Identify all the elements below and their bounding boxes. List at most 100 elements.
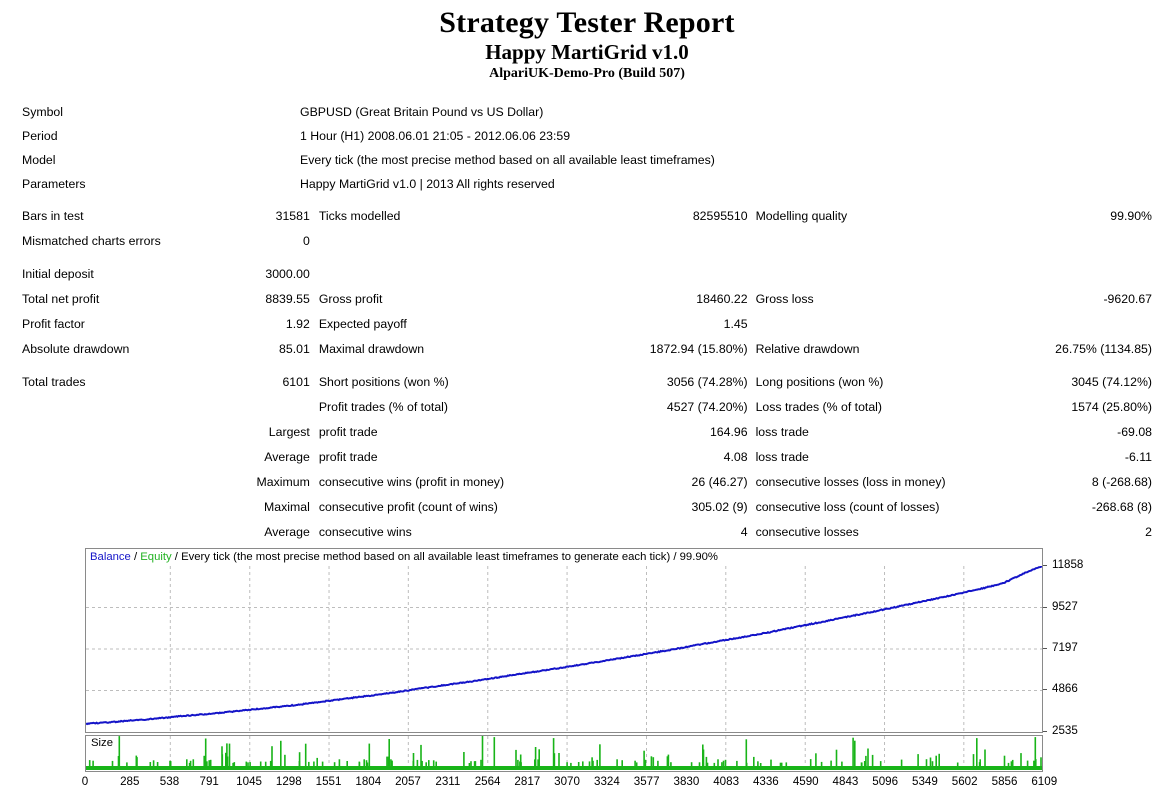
y-axis-tick-mark (1043, 647, 1047, 649)
y-axis-tick-mark (1043, 606, 1047, 608)
legend-separator-2: / (171, 551, 182, 563)
x-axis-tick-label: 5602 (951, 775, 978, 788)
label-maximal-consecutive-loss: consecutive loss (count of losses) (755, 500, 940, 514)
stat-row-initial-deposit: Initial deposit 3000.00 (0, 267, 1174, 292)
value-avg-consecutive-wins: 4 (740, 525, 748, 539)
stat-row-absolute-drawdown: Absolute drawdown 85.01 Maximal drawdown… (0, 342, 1174, 375)
legend-model-description: Every tick (the most precise method base… (181, 551, 718, 563)
info-value-model: Every tick (the most precise method base… (300, 153, 715, 167)
stat-row-maximal: Maximal consecutive profit (count of win… (0, 500, 1174, 525)
stat-row-bars-in-test: Bars in test 31581 Ticks modelled 825955… (0, 209, 1174, 234)
value-ticks-modelled: 82595510 (692, 209, 748, 223)
value-maximal-consecutive-loss: -268.68 (8) (1091, 500, 1152, 514)
x-axis-tick-label: 3324 (594, 775, 620, 788)
info-row-symbol: Symbol GBPUSD (Great Britain Pound vs US… (0, 105, 1174, 129)
value-gross-profit: 18460.22 (696, 292, 748, 306)
label-average-profit: profit trade (318, 450, 378, 464)
x-axis-tick-label: 2564 (474, 775, 501, 788)
value-total-net-profit: 8839.55 (265, 292, 310, 306)
value-modelling-quality: 99.90% (1110, 209, 1152, 223)
label-max-consecutive-wins: consecutive wins (profit in money) (318, 475, 505, 489)
value-profit-factor: 1.92 (285, 317, 310, 331)
x-axis-tick-label: 4843 (832, 775, 859, 788)
label-average-loss: loss trade (755, 450, 809, 464)
y-axis-tick-mark (1043, 731, 1047, 732)
label-average: Average (264, 450, 310, 464)
x-axis-tick-label: 4590 (792, 775, 819, 788)
y-axis-tick-mark (1043, 689, 1047, 691)
size-bars-svg (86, 736, 1042, 771)
x-axis-tick-label: 285 (120, 775, 140, 788)
stat-row-total-net-profit: Total net profit 8839.55 Gross profit 18… (0, 292, 1174, 317)
label-profit-trades: Profit trades (% of total) (318, 400, 448, 414)
stat-row-average-consecutive: Average consecutive wins 4 consecutive l… (0, 525, 1174, 549)
strategy-name: Happy MartiGrid v1.0 (485, 40, 689, 64)
label-mismatched-errors: Mismatched charts errors (22, 234, 161, 248)
x-axis-tick-label: 5856 (991, 775, 1018, 788)
broker-build: AlpariUK-Demo-Pro (Build 507) (489, 66, 685, 81)
stat-row-mismatched-errors: Mismatched charts errors 0 (0, 234, 1174, 267)
x-axis-tick-label: 2057 (395, 775, 421, 788)
balance-curve-svg (86, 566, 1042, 732)
x-axis-tick-label: 3830 (673, 775, 700, 788)
legend-separator-1: / (130, 551, 141, 563)
x-axis-tick-label: 6109 (1031, 775, 1058, 788)
label-ticks-modelled: Ticks modelled (318, 209, 401, 223)
size-plot-area (86, 736, 1042, 771)
label-relative-drawdown: Relative drawdown (755, 342, 860, 356)
label-maximum: Maximum (256, 475, 310, 489)
info-value-symbol: GBPUSD (Great Britain Pound vs US Dollar… (300, 105, 544, 119)
value-gross-loss: -9620.67 (1103, 292, 1152, 306)
label-total-trades: Total trades (22, 375, 86, 389)
label-largest: Largest (268, 425, 310, 439)
info-value-parameters: Happy MartiGrid v1.0 | 2013 All rights r… (300, 177, 555, 191)
chart-plot-area (86, 566, 1042, 732)
x-axis-tick-label: 2311 (435, 775, 461, 788)
label-long-positions: Long positions (won %) (755, 375, 884, 389)
y-axis-tick-label: 4866 (1052, 682, 1078, 696)
x-axis-tick-label: 791 (199, 775, 219, 788)
value-loss-trades: 1574 (25.80%) (1071, 400, 1152, 414)
x-axis-tick-label: 1045 (236, 775, 262, 788)
label-modelling-quality: Modelling quality (755, 209, 848, 223)
stat-row-total-trades: Total trades 6101 Short positions (won %… (0, 375, 1174, 400)
balance-equity-chart[interactable]: Balance / Equity / Every tick (the most … (85, 548, 1043, 733)
x-axis-tick-label: 3070 (554, 775, 580, 788)
value-maximal-drawdown: 1872.94 (15.80%) (649, 342, 748, 356)
info-row-model: Model Every tick (the most precise metho… (0, 153, 1174, 177)
value-short-positions: 3056 (74.28%) (666, 375, 748, 389)
x-axis-tick-label: 5349 (912, 775, 938, 788)
statistics-table: Bars in test 31581 Ticks modelled 825955… (0, 209, 1174, 549)
info-label-period: Period (22, 129, 58, 143)
info-table: Symbol GBPUSD (Great Britain Pound vs US… (0, 105, 1174, 201)
x-axis-tick-label: 4083 (713, 775, 740, 788)
label-largest-profit: profit trade (318, 425, 378, 439)
info-label-symbol: Symbol (22, 105, 64, 119)
label-bars-in-test: Bars in test (22, 209, 84, 223)
value-absolute-drawdown: 85.01 (279, 342, 310, 356)
size-chart-label: Size (91, 737, 113, 749)
info-label-parameters: Parameters (22, 177, 86, 191)
label-total-net-profit: Total net profit (22, 292, 100, 306)
info-row-parameters: Parameters Happy MartiGrid v1.0 | 2013 A… (0, 177, 1174, 201)
label-largest-loss: loss trade (755, 425, 809, 439)
value-max-consecutive-wins: 26 (46.27) (691, 475, 748, 489)
value-avg-consecutive-losses: 2 (1145, 525, 1152, 539)
label-gross-loss: Gross loss (755, 292, 814, 306)
report-page: Strategy Tester Report Happy MartiGrid v… (0, 0, 1174, 808)
x-axis-tick-label: 538 (159, 775, 180, 788)
value-relative-drawdown: 26.75% (1134.85) (1055, 342, 1152, 356)
size-chart[interactable]: Size (85, 735, 1043, 772)
value-total-trades: 6101 (282, 375, 310, 389)
x-axis-tick-label: 1804 (355, 775, 382, 788)
label-avg-consecutive-losses: consecutive losses (755, 525, 859, 539)
chart-legend: Balance / Equity / Every tick (the most … (90, 551, 718, 564)
stat-row-largest: Largest profit trade 164.96 loss trade -… (0, 425, 1174, 450)
value-long-positions: 3045 (74.12%) (1071, 375, 1152, 389)
value-average-profit: 4.08 (723, 450, 748, 464)
page-title: Strategy Tester Report (439, 6, 735, 39)
value-maximal-consecutive-profit: 305.02 (9) (691, 500, 748, 514)
value-average-loss: -6.11 (1124, 450, 1152, 464)
label-avg-consecutive-wins: consecutive wins (318, 525, 412, 539)
info-row-period: Period 1 Hour (H1) 2008.06.01 21:05 - 20… (0, 129, 1174, 153)
